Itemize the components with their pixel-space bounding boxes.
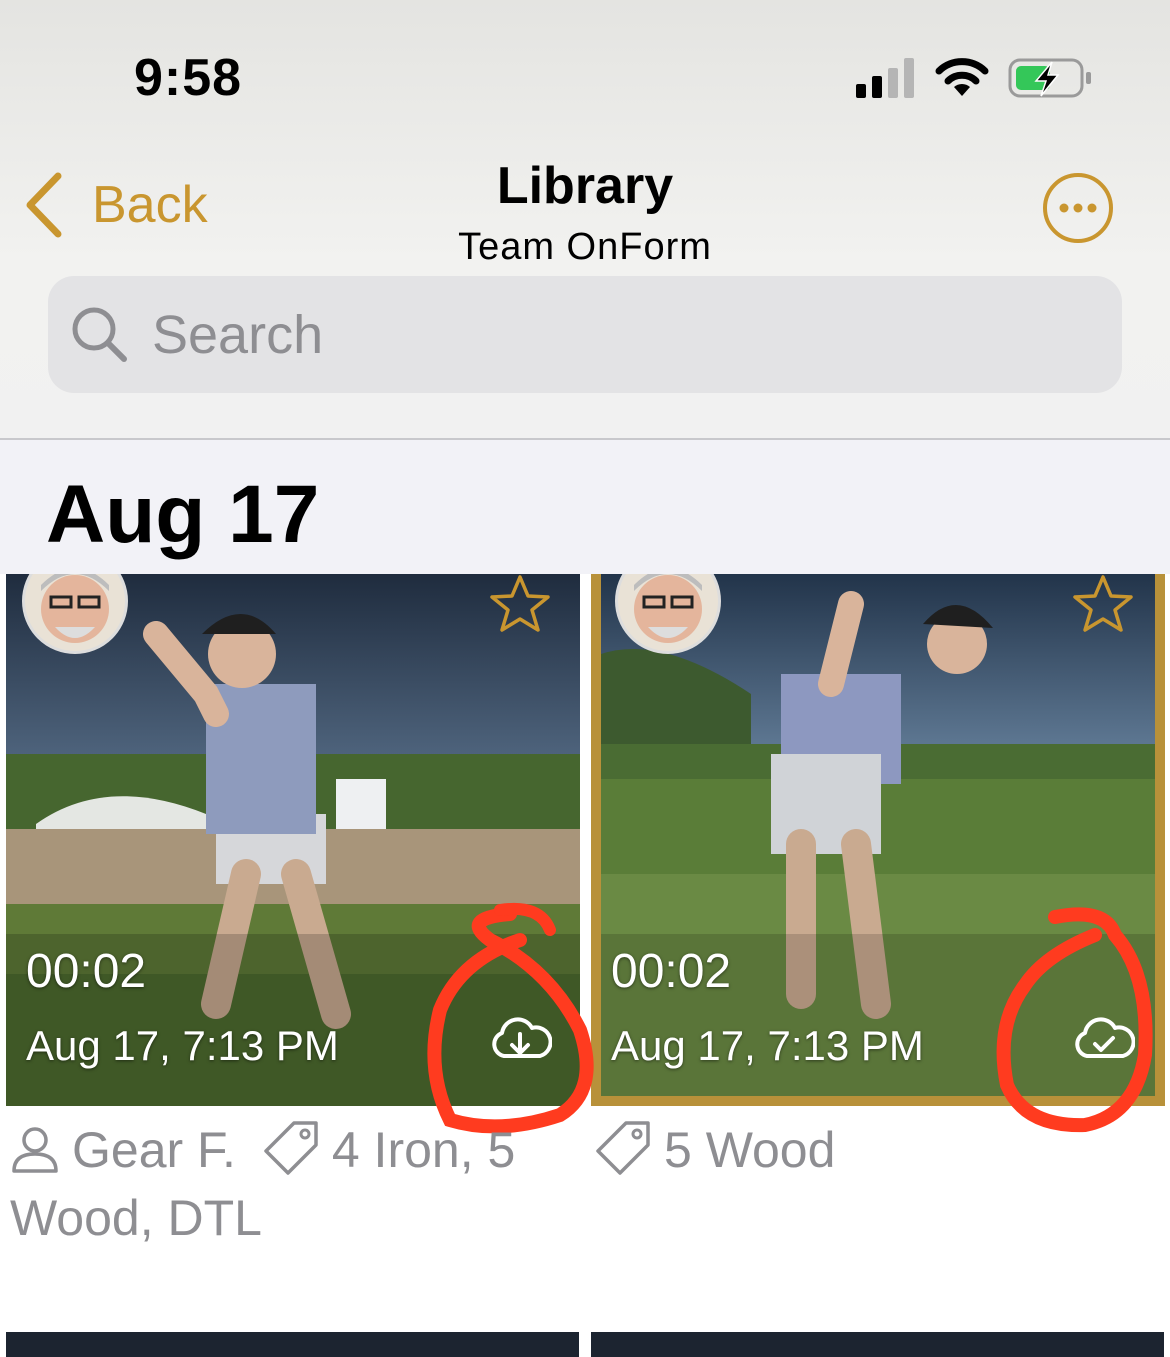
tag-icon: [264, 1121, 318, 1175]
star-icon[interactable]: [488, 574, 552, 634]
video-card-partial[interactable]: [591, 1332, 1164, 1357]
video-datetime: Aug 17, 7:13 PM: [611, 1022, 924, 1069]
search-input[interactable]: [150, 302, 1054, 367]
status-bar: 9:58: [0, 0, 1170, 140]
person-name: Gear F.: [72, 1122, 236, 1178]
search-bar: [48, 276, 1122, 393]
navigation-bar: Back Library Team OnForm: [0, 150, 1170, 270]
video-duration: 00:02: [611, 945, 732, 998]
video-card[interactable]: 00:02 Aug 17, 7:13 PM: [6, 574, 580, 1106]
more-options-button[interactable]: [1040, 170, 1116, 246]
cloud-download-icon[interactable]: [488, 1014, 552, 1064]
video-tags: 5 Wood: [664, 1122, 836, 1178]
video-metadata: 5 Wood: [596, 1116, 1156, 1184]
status-time: 9:58: [134, 49, 243, 107]
battery-charging-icon: [1008, 58, 1091, 98]
tag-icon: [596, 1121, 650, 1175]
person-icon: [12, 1127, 58, 1173]
wifi-icon: [935, 58, 989, 96]
search-icon: [72, 307, 127, 362]
cellular-signal-icon: [856, 58, 914, 98]
section-date-title: Aug 17: [46, 469, 320, 560]
page-subtitle: Team OnForm: [458, 226, 712, 268]
video-datetime: Aug 17, 7:13 PM: [26, 1022, 339, 1069]
cloud-check-icon[interactable]: [1071, 1014, 1135, 1064]
video-card-partial[interactable]: [6, 1332, 579, 1357]
video-duration: 00:02: [26, 945, 147, 998]
star-icon[interactable]: [1071, 574, 1135, 634]
video-card-selected[interactable]: 00:02 Aug 17, 7:13 PM: [591, 574, 1165, 1106]
section-header: Aug 17: [0, 440, 1170, 574]
page-title: Library: [496, 157, 674, 215]
video-metadata: Gear F. 4 Iron, 5 Wood, DTL: [10, 1116, 570, 1252]
